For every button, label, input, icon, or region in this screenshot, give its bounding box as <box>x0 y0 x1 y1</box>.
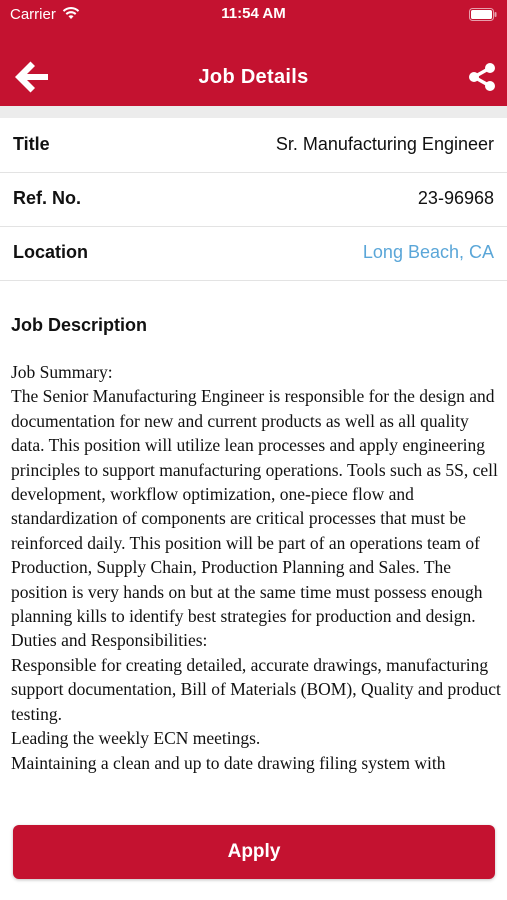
description-paragraph: Responsible for creating detailed, accur… <box>11 654 501 724</box>
detail-row-location: Location Long Beach, CA <box>0 226 507 281</box>
job-description-heading: Job Description <box>11 315 148 335</box>
job-description-text: Job Summary: The Senior Manufacturing En… <box>11 360 501 820</box>
battery-icon <box>469 8 497 21</box>
header-divider <box>0 106 507 118</box>
share-icon[interactable] <box>467 62 497 92</box>
nav-bar: Job Details <box>0 48 507 106</box>
location-link[interactable]: Long Beach, CA <box>363 242 494 263</box>
detail-value: Sr. Manufacturing Engineer <box>275 134 494 154</box>
apply-button[interactable]: Apply <box>13 825 495 879</box>
detail-label: Title <box>13 134 50 154</box>
detail-row-ref-no: Ref. No. 23-96968 <box>0 172 507 227</box>
detail-row-title: Title Sr. Manufacturing Engineer <box>0 118 507 173</box>
description-paragraph: The Senior Manufacturing Engineer is res… <box>11 386 498 627</box>
detail-label: Ref. No. <box>13 188 82 208</box>
app-header: Carrier 11:54 AM Job Details <box>0 0 507 106</box>
detail-label: Location <box>13 242 88 262</box>
description-paragraph: Job Summary: <box>11 362 113 382</box>
description-paragraph: Leading the weekly ECN meetings. <box>11 728 261 749</box>
status-time: 11:54 AM <box>221 5 286 22</box>
page-title: Job Details <box>198 66 309 88</box>
detail-value: 23-96968 <box>417 188 494 208</box>
status-bar: Carrier 11:54 AM <box>0 0 507 28</box>
description-paragraph: Duties and Responsibilities: <box>11 630 208 651</box>
description-paragraph: Maintaining a clean and up to date drawi… <box>11 752 446 773</box>
